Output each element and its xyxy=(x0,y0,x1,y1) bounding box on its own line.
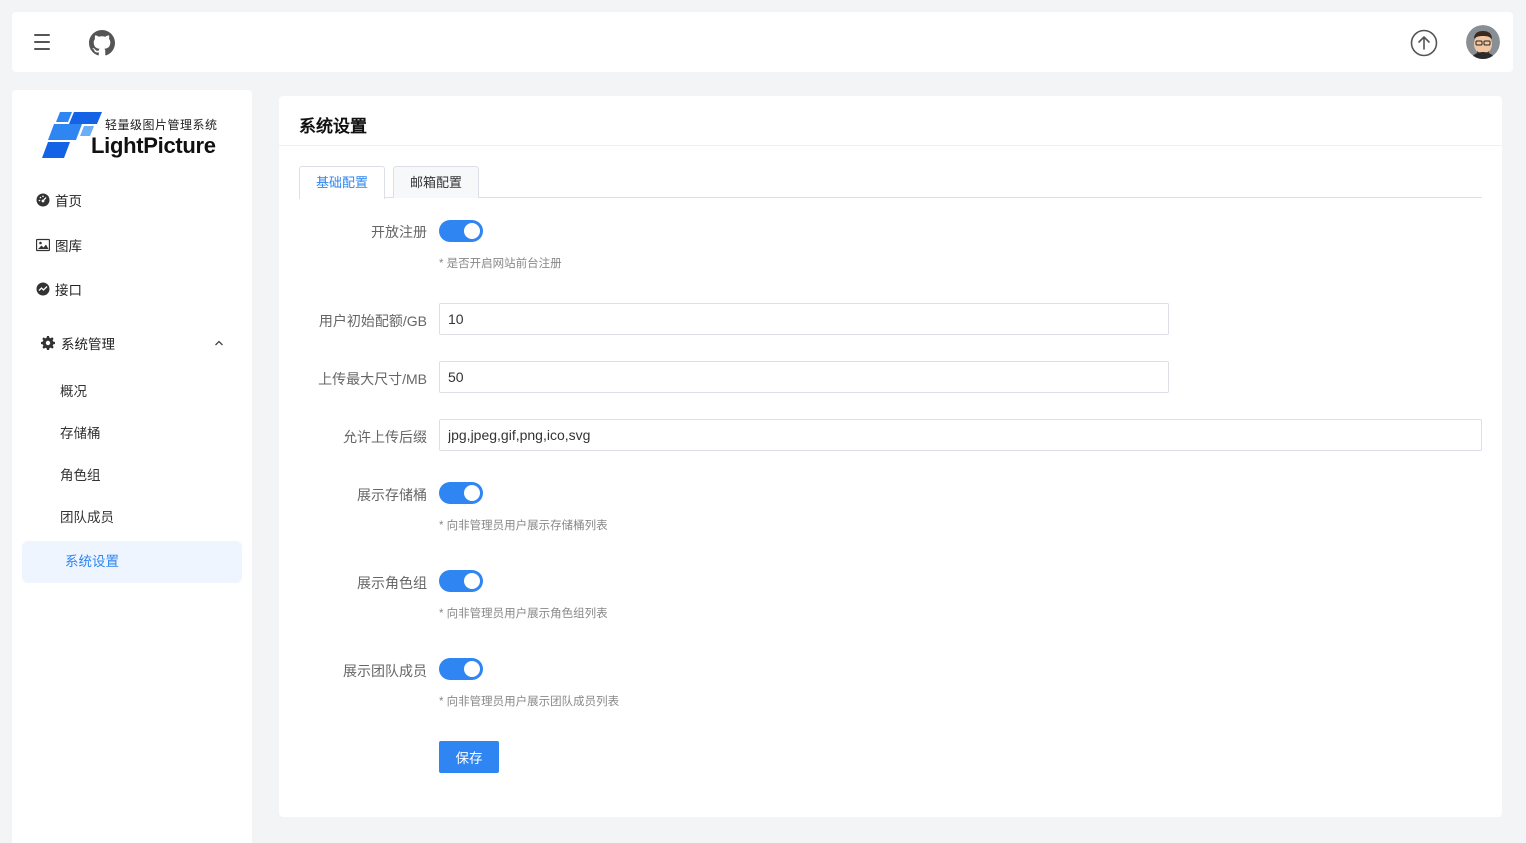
image-icon xyxy=(36,238,50,252)
open-register-hint: * 是否开启网站前台注册 xyxy=(439,258,562,270)
tab-email[interactable]: 邮箱配置 xyxy=(393,166,480,198)
sidebar-subitem-role[interactable]: 角色组 xyxy=(60,464,101,484)
tab-basic[interactable]: 基础配置 xyxy=(299,166,386,199)
api-icon xyxy=(36,282,50,296)
open-register-switch[interactable] xyxy=(439,220,483,242)
sidebar-subitem-settings[interactable]: 系统设置 xyxy=(22,541,242,583)
sidebar-item-home[interactable]: 首页 xyxy=(36,188,82,212)
settings-panel: 系统设置 基础配置 邮箱配置 开放注册 * 是否开启网站前台注册 用户初始配额/… xyxy=(279,96,1502,817)
show-bucket-hint: * 向非管理员用户展示存储桶列表 xyxy=(439,520,608,532)
max-upload-label: 上传最大尺寸/MB xyxy=(318,371,427,387)
sidebar-subitem-bucket[interactable]: 存储桶 xyxy=(60,422,101,442)
upload-icon[interactable] xyxy=(1409,28,1439,58)
sidebar-group-label: 系统管理 xyxy=(61,337,115,352)
sidebar-subitem-overview[interactable]: 概况 xyxy=(60,380,87,400)
top-bar xyxy=(12,12,1513,72)
sidebar: 轻量级图片管理系统 LightPicture 首页 图库 接口 系统管理 概况 … xyxy=(12,90,252,843)
hamburger-icon[interactable] xyxy=(32,31,52,53)
sidebar-item-label: 首页 xyxy=(55,194,82,209)
tab-bar: 基础配置 邮箱配置 xyxy=(299,166,1482,199)
page-title: 系统设置 xyxy=(299,117,367,136)
sidebar-item-api[interactable]: 接口 xyxy=(36,277,82,301)
allowed-ext-input[interactable] xyxy=(439,419,1482,451)
dashboard-icon xyxy=(36,193,50,207)
show-role-switch[interactable] xyxy=(439,570,483,592)
logo-name: LightPicture xyxy=(91,133,216,158)
show-bucket-label: 展示存储桶 xyxy=(357,487,427,503)
open-register-label: 开放注册 xyxy=(371,224,427,240)
sidebar-item-label: 图库 xyxy=(55,239,82,254)
save-button[interactable]: 保存 xyxy=(439,741,499,773)
github-icon[interactable] xyxy=(89,30,115,56)
logo[interactable]: 轻量级图片管理系统 LightPicture xyxy=(42,110,232,160)
show-team-hint: * 向非管理员用户展示团队成员列表 xyxy=(439,696,620,708)
gear-icon xyxy=(41,336,55,350)
chevron-up-icon[interactable] xyxy=(214,338,224,348)
show-team-switch[interactable] xyxy=(439,658,483,680)
divider xyxy=(279,145,1502,146)
max-upload-input[interactable] xyxy=(439,361,1169,393)
show-team-label: 展示团队成员 xyxy=(343,663,427,679)
show-role-hint: * 向非管理员用户展示角色组列表 xyxy=(439,608,608,620)
show-bucket-switch[interactable] xyxy=(439,482,483,504)
logo-subtitle: 轻量级图片管理系统 xyxy=(105,118,218,132)
init-quota-label: 用户初始配额/GB xyxy=(318,313,427,329)
init-quota-input[interactable] xyxy=(439,303,1169,335)
sidebar-subitem-team[interactable]: 团队成员 xyxy=(60,506,114,526)
user-avatar[interactable] xyxy=(1466,25,1500,59)
allowed-ext-label: 允许上传后缀 xyxy=(343,429,427,445)
show-role-label: 展示角色组 xyxy=(357,575,427,591)
sidebar-item-label: 接口 xyxy=(55,283,82,298)
sidebar-item-gallery[interactable]: 图库 xyxy=(36,233,82,257)
sidebar-group-system[interactable]: 系统管理 xyxy=(36,331,226,355)
